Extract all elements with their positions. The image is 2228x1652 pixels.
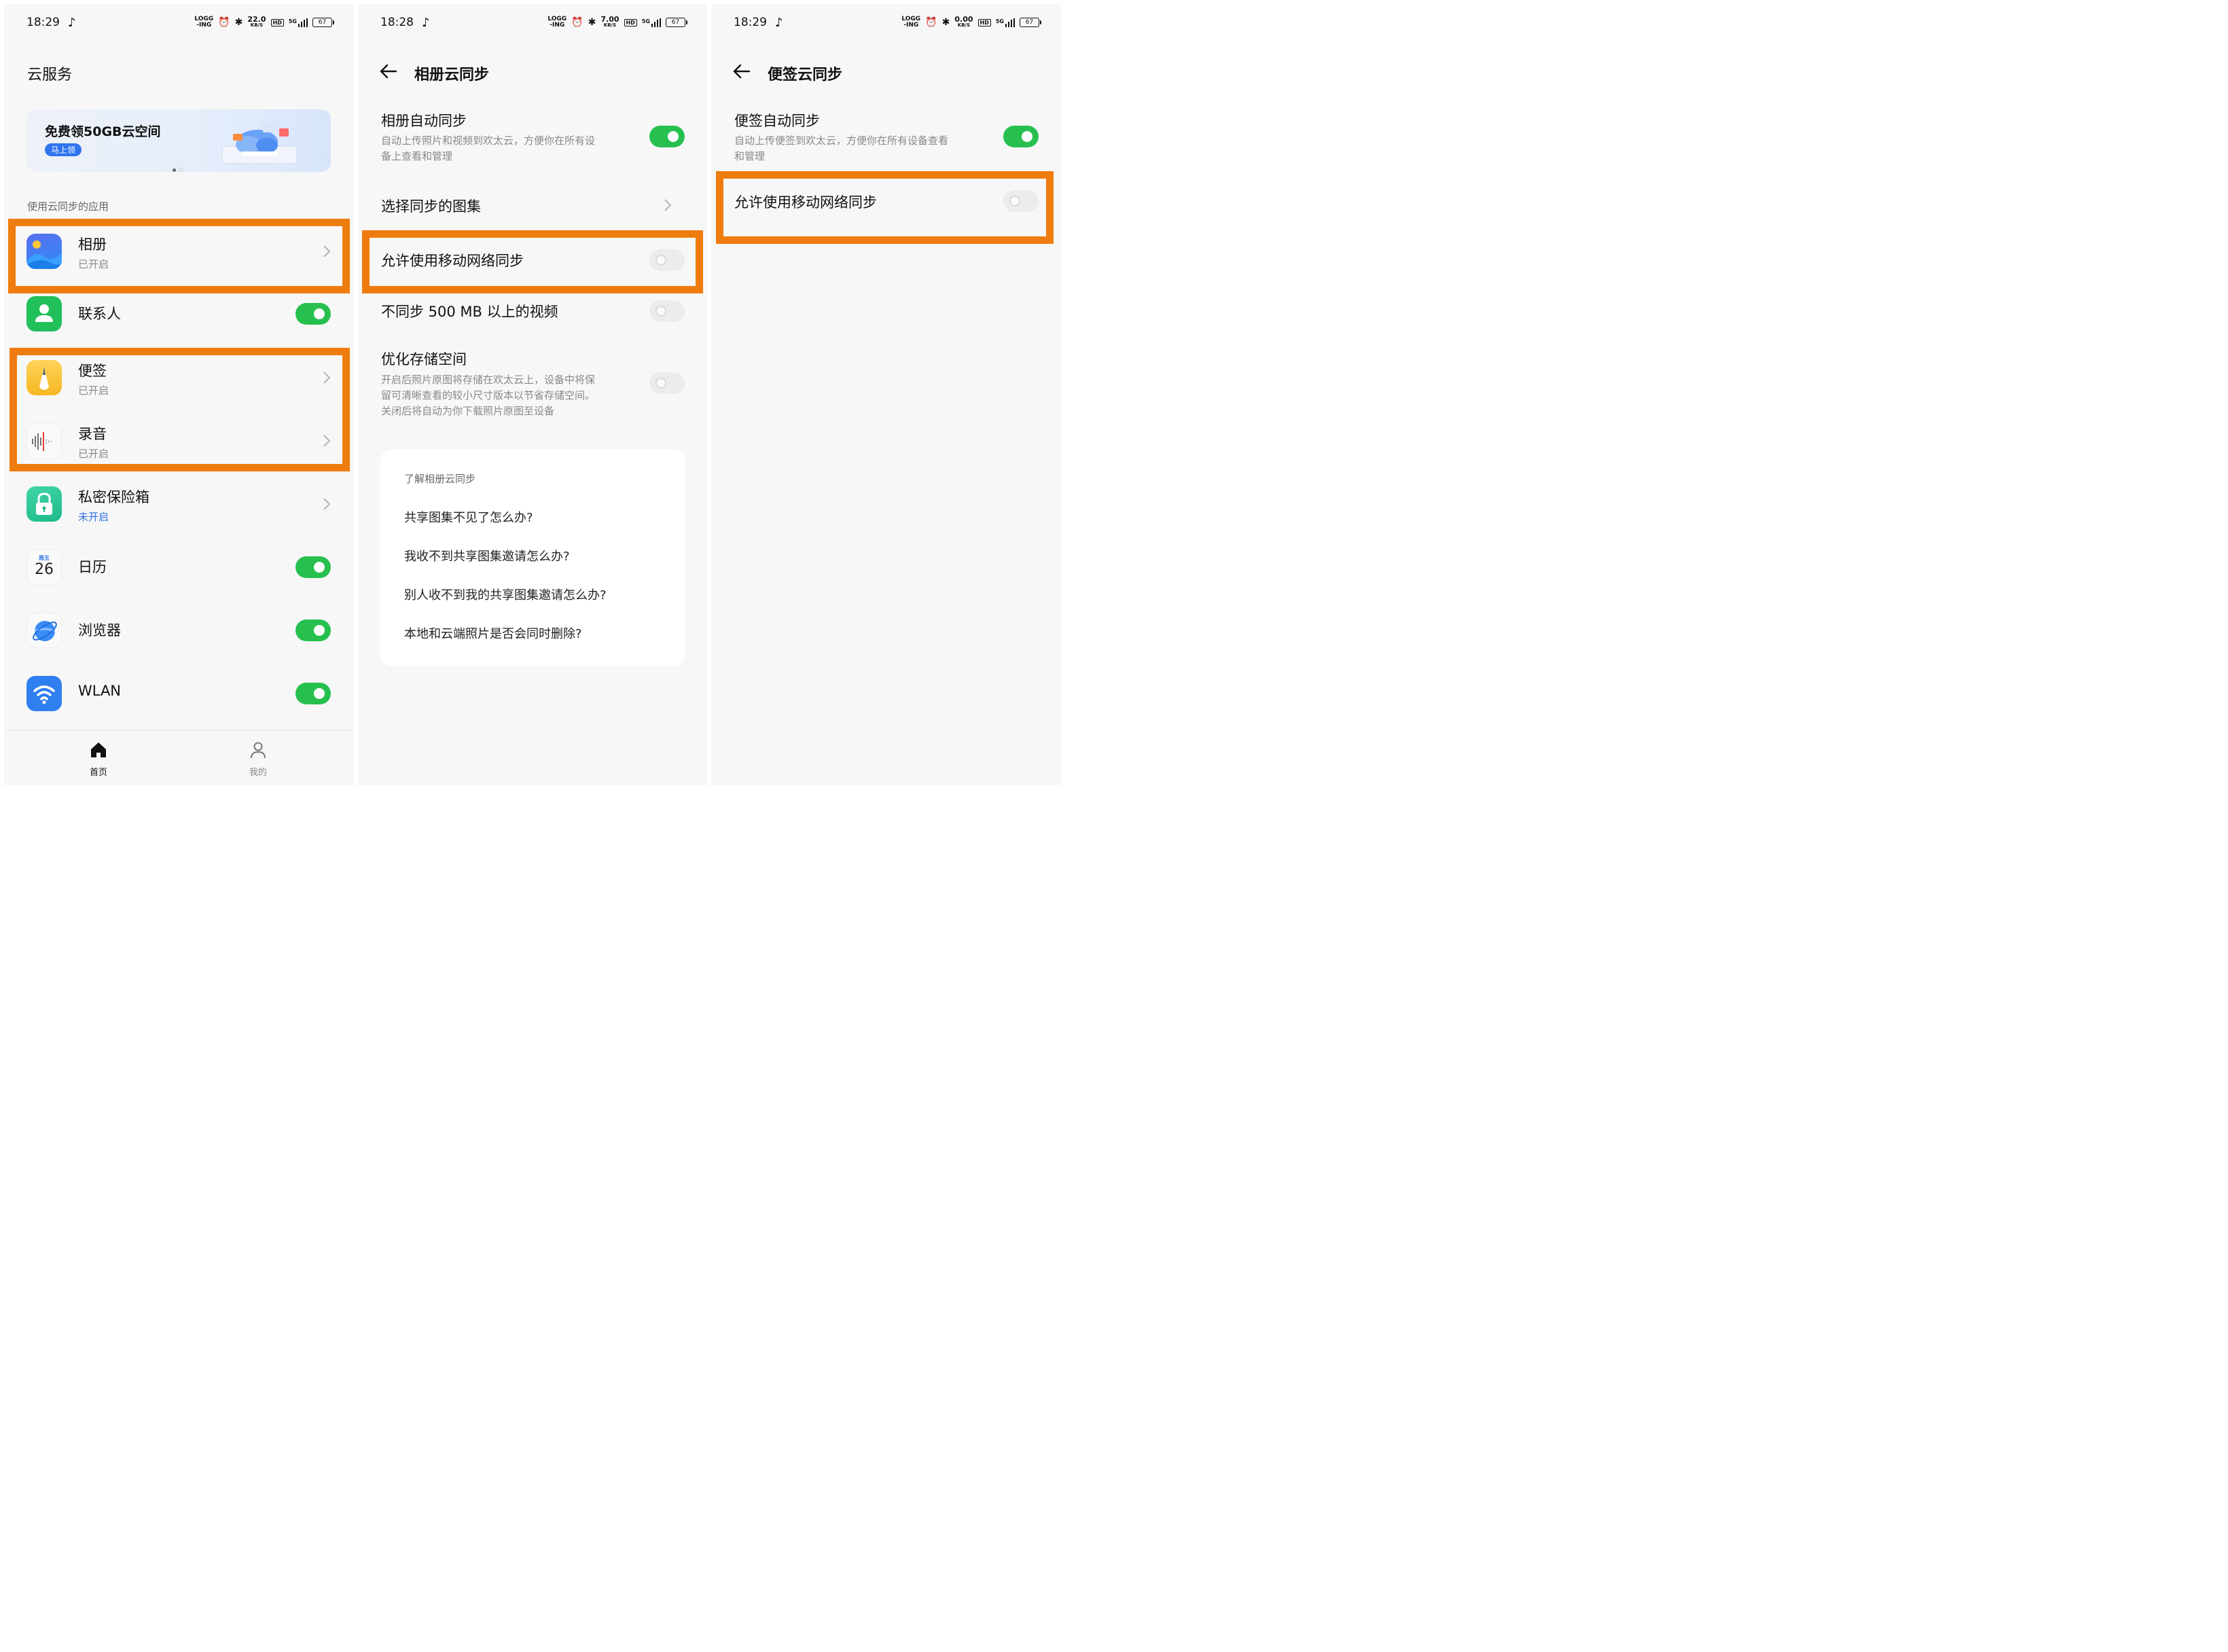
back-arrow-icon[interactable] bbox=[732, 61, 752, 82]
hd-icon: HD bbox=[977, 18, 991, 26]
battery-icon: 67 bbox=[666, 18, 687, 27]
signal-icon: 5G bbox=[289, 18, 308, 27]
status-time: 18:28 bbox=[380, 16, 414, 29]
chevron-right-icon bbox=[664, 199, 672, 211]
bluetooth-icon: ✱ bbox=[234, 17, 243, 28]
faq-link[interactable]: 共享图集不见了怎么办? bbox=[404, 508, 533, 526]
home-icon bbox=[91, 742, 106, 757]
browser-sync-toggle[interactable] bbox=[295, 620, 331, 641]
status-time: 18:29 bbox=[26, 16, 60, 29]
app-name: 联系人 bbox=[78, 306, 121, 322]
battery-icon: 67 bbox=[1020, 18, 1041, 27]
bluetooth-icon: ✱ bbox=[588, 17, 596, 28]
app-name: WLAN bbox=[78, 683, 122, 699]
signal-icon: 5G bbox=[642, 18, 661, 27]
highlight-box-mobile-sync bbox=[362, 230, 703, 293]
banner-pager bbox=[173, 162, 185, 175]
claim-button[interactable]: 马上领 bbox=[45, 143, 82, 156]
auto-sync-toggle[interactable] bbox=[1003, 126, 1039, 147]
auto-sync-toggle[interactable] bbox=[649, 126, 685, 147]
app-row-private-safe[interactable]: 私密保险箱 未开启 bbox=[26, 484, 331, 524]
banner-title: 免费领50GB云空间 bbox=[45, 124, 161, 139]
network-status: LOGG -ING bbox=[901, 16, 921, 29]
help-title: 了解相册云同步 bbox=[404, 473, 476, 485]
app-name: 日历 bbox=[78, 559, 107, 575]
contacts-icon bbox=[26, 296, 62, 331]
app-name: 私密保险箱 bbox=[78, 489, 149, 505]
optimize-toggle[interactable] bbox=[649, 372, 685, 394]
nav-home[interactable]: 首页 bbox=[71, 740, 126, 778]
nav-profile[interactable]: 我的 bbox=[231, 740, 285, 778]
skip-large-toggle[interactable] bbox=[649, 300, 685, 322]
auto-sync-title: 相册自动同步 bbox=[381, 113, 467, 129]
gallery-sync-screen: 18:28 ♪ LOGG -ING ⏰ ✱ 7.00 KB/S HD 5G 67 相… bbox=[358, 4, 707, 785]
app-row-calendar[interactable]: 周五 26 日历 bbox=[26, 547, 331, 588]
auto-sync-title: 便签自动同步 bbox=[734, 113, 820, 129]
hd-icon: HD bbox=[270, 18, 284, 26]
tiktok-icon: ♪ bbox=[68, 16, 76, 30]
back-arrow-icon[interactable] bbox=[378, 61, 399, 82]
help-card: 了解相册云同步 共享图集不见了怎么办? 我收不到共享图集邀请怎么办? 别人收不到… bbox=[380, 450, 685, 666]
bottom-nav: 首页 我的 bbox=[4, 730, 354, 785]
network-speed: 0.00 KB/S bbox=[954, 15, 973, 28]
page-title: 相册云同步 bbox=[414, 67, 490, 84]
network-speed: 7.00 KB/S bbox=[600, 15, 619, 28]
app-row-wlan[interactable]: WLAN bbox=[26, 673, 331, 714]
section-label: 使用云同步的应用 bbox=[27, 200, 109, 213]
tiktok-icon: ♪ bbox=[775, 16, 783, 30]
app-status: 未开启 bbox=[78, 511, 109, 523]
promo-banner[interactable]: 免费领50GB云空间 马上领 bbox=[26, 109, 331, 172]
cloud-illustration-icon bbox=[221, 122, 298, 164]
skip-large-title: 不同步 500 MB 以上的视频 bbox=[381, 304, 558, 320]
browser-icon bbox=[26, 613, 62, 648]
hd-icon: HD bbox=[624, 18, 637, 26]
profile-icon bbox=[251, 742, 266, 759]
network-status: LOGG -ING bbox=[194, 16, 214, 29]
status-time: 18:29 bbox=[734, 16, 767, 29]
auto-sync-desc: 自动上传照片和视频到欢太云，方便你在所有设 备上查看和管理 bbox=[381, 134, 596, 162]
battery-icon: 67 bbox=[312, 18, 334, 27]
signal-icon: 5G bbox=[996, 18, 1015, 27]
optimize-desc: 开启后照片原图将存储在欢太云上，设备中将保 留可清晰查看的较小尺寸版本以节省存储空… bbox=[381, 374, 596, 417]
bluetooth-icon: ✱ bbox=[941, 17, 950, 28]
faq-link[interactable]: 别人收不到我的共享图集邀请怎么办? bbox=[404, 586, 607, 603]
network-status: LOGG -ING bbox=[547, 16, 567, 29]
auto-sync-desc: 自动上传便签到欢太云，方便你在所有设备查看 和管理 bbox=[734, 134, 949, 162]
chevron-right-icon bbox=[323, 498, 331, 510]
tiktok-icon: ♪ bbox=[422, 16, 430, 30]
calendar-icon: 周五 26 bbox=[26, 550, 62, 585]
status-bar: 18:29 ♪ LOGG -ING ⏰ ✱ 0.00 KB/S HD 5G 67 bbox=[711, 4, 1061, 42]
faq-link[interactable]: 本地和云端照片是否会同时删除? bbox=[404, 624, 582, 642]
optimize-title: 优化存储空间 bbox=[381, 351, 467, 367]
page-title: 便签云同步 bbox=[768, 67, 843, 84]
app-row-contacts[interactable]: 联系人 bbox=[26, 293, 331, 334]
app-name: 浏览器 bbox=[78, 622, 121, 639]
alarm-icon: ⏰ bbox=[571, 17, 583, 28]
highlight-box-gallery bbox=[8, 219, 350, 293]
contacts-sync-toggle[interactable] bbox=[295, 303, 331, 325]
status-bar: 18:28 ♪ LOGG -ING ⏰ ✱ 7.00 KB/S HD 5G 67 bbox=[358, 4, 707, 42]
choose-albums-item[interactable]: 选择同步的图集 bbox=[381, 196, 481, 216]
notes-sync-screen: 18:29 ♪ LOGG -ING ⏰ ✱ 0.00 KB/S HD 5G 67 便… bbox=[711, 4, 1061, 785]
safe-icon bbox=[26, 486, 62, 522]
calendar-sync-toggle[interactable] bbox=[295, 556, 331, 578]
wlan-sync-toggle[interactable] bbox=[295, 683, 331, 704]
wlan-icon bbox=[26, 676, 62, 711]
status-bar: 18:29 ♪ LOGG -ING ⏰ ✱ 22.0 KB/S HD 5G 67 bbox=[4, 4, 354, 42]
alarm-icon: ⏰ bbox=[218, 17, 230, 28]
network-speed: 22.0 KB/S bbox=[247, 15, 266, 28]
highlight-box-notes-recorder bbox=[10, 348, 350, 471]
app-row-browser[interactable]: 浏览器 bbox=[26, 610, 331, 651]
faq-link[interactable]: 我收不到共享图集邀请怎么办? bbox=[404, 547, 570, 564]
cloud-service-screen: 18:29 ♪ LOGG -ING ⏰ ✱ 22.0 KB/S HD 5G 67 云… bbox=[4, 4, 354, 785]
highlight-box-mobile-sync bbox=[716, 171, 1054, 244]
page-title: 云服务 bbox=[27, 67, 73, 84]
alarm-icon: ⏰ bbox=[925, 17, 937, 28]
